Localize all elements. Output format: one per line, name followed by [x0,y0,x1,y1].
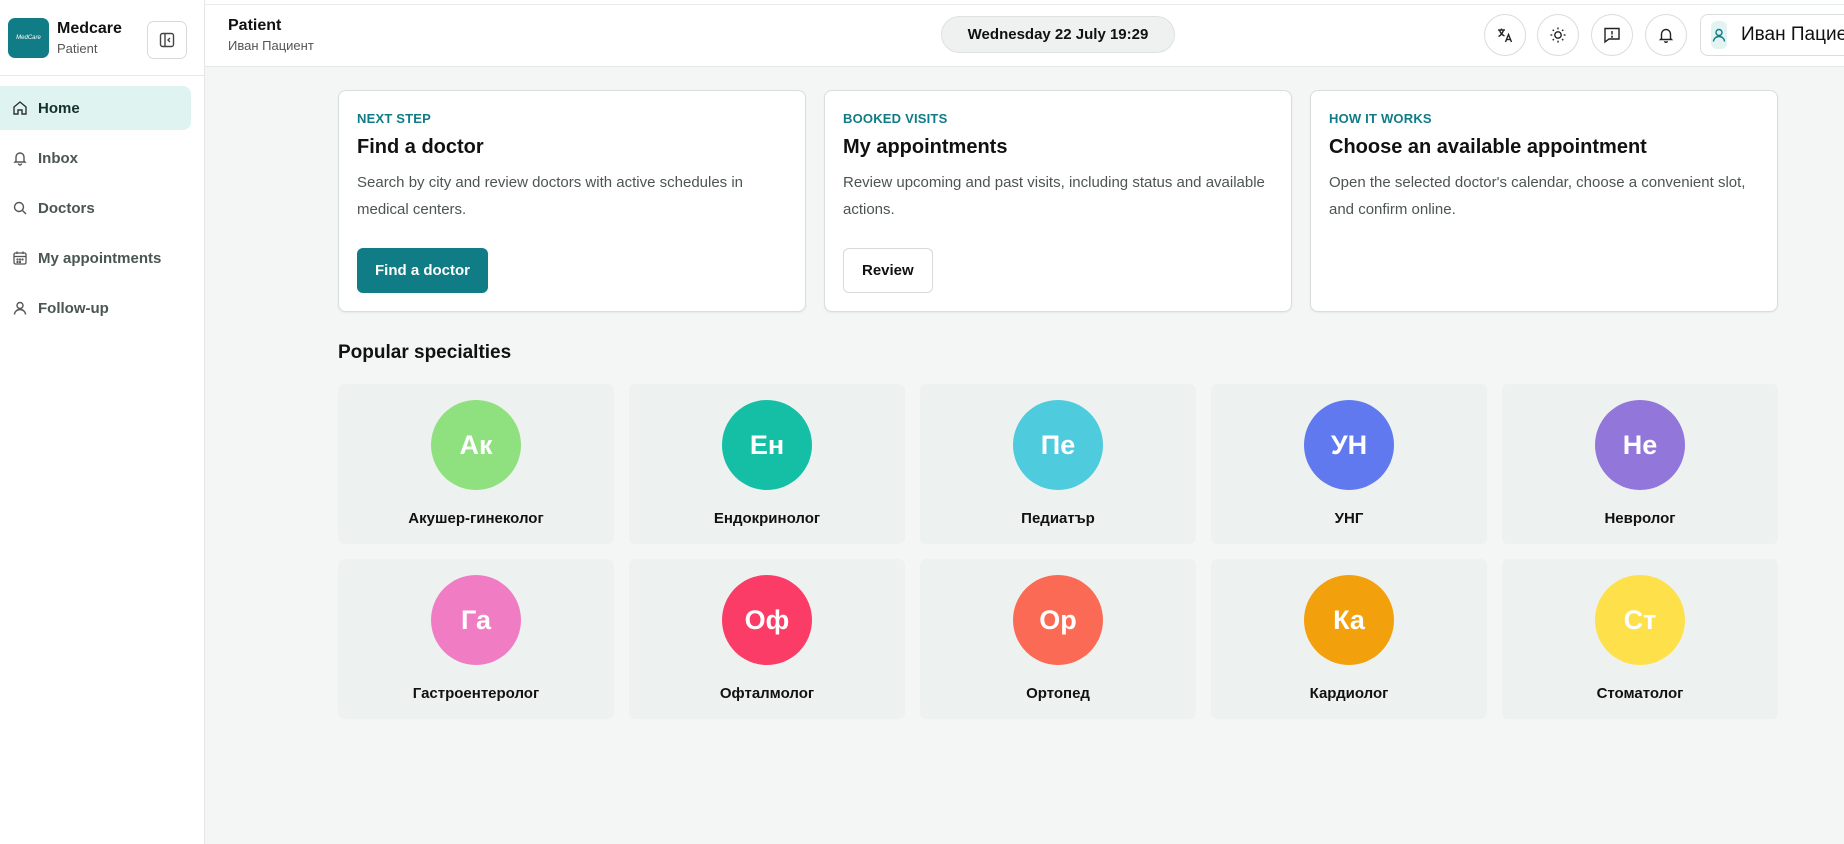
feedback-button[interactable] [1591,14,1633,56]
sidebar-item-label: Doctors [38,199,95,217]
specialty-avatar: Оф [722,575,812,665]
sidebar-item-label: Home [38,99,80,117]
sidebar-item-label: My appointments [38,249,162,267]
card-title: My appointments [843,136,1008,158]
page-title: Patient [228,17,282,34]
sidebar: MedCare Medcare Patient Home Inbox Docto… [0,0,205,844]
theme-toggle-button[interactable] [1537,14,1579,56]
calendar-icon [12,250,28,266]
language-button[interactable] [1484,14,1526,56]
specialty-avatar: Не [1595,400,1685,490]
search-icon [12,200,28,216]
specialty-avatar: Ен [722,400,812,490]
datetime-pill: Wednesday 22 July 19:29 [941,16,1175,53]
specialty-tile[interactable]: Ен Ендокринолог [629,384,905,544]
card-eyebrow: BOOKED VISITS [843,111,948,126]
specialty-avatar: Ор [1013,575,1103,665]
review-button[interactable]: Review [843,248,933,293]
card-title: Choose an available appointment [1329,136,1647,158]
specialty-avatar: Пе [1013,400,1103,490]
sidebar-collapse-icon [159,32,175,48]
specialty-tile[interactable]: Пе Педиатър [920,384,1196,544]
specialty-tile[interactable]: Ст Стоматолог [1502,559,1778,719]
specialty-avatar: УН [1304,400,1394,490]
specialty-tile[interactable]: Ор Ортопед [920,559,1196,719]
specialty-tile[interactable]: УН УНГ [1211,384,1487,544]
user-icon [12,300,28,316]
sidebar-item-home[interactable]: Home [0,86,191,130]
specialty-name: Офталмолог [719,685,815,702]
specialty-tile[interactable]: Ак Акушер-гинеколог [338,384,614,544]
sidebar-item-label: Follow-up [38,299,109,317]
specialty-tile[interactable]: Не Невролог [1502,384,1778,544]
find-doctor-button[interactable]: Find a doctor [357,248,488,293]
card-description: Open the selected doctor's calendar, cho… [1329,174,1746,218]
brand-title: Medcare [57,19,122,37]
bell-icon [1658,28,1674,43]
specialty-name: Гастроентеролог [412,685,540,702]
specialty-name: Акушер-гинеколог [408,510,544,527]
specialty-avatar: Ст [1595,575,1685,665]
brand-subtitle: Patient [57,40,98,56]
specialty-name: УНГ [1334,510,1364,527]
sidebar-item-my-appointments[interactable]: My appointments [0,236,191,280]
sidebar-item-inbox[interactable]: Inbox [0,136,191,180]
specialty-avatar: Ак [431,400,521,490]
bell-icon [12,150,28,166]
specialty-tile[interactable]: Га Гастроентеролог [338,559,614,719]
notifications-button[interactable] [1645,14,1687,56]
specialty-avatar: Ка [1304,575,1394,665]
card-my-appointments: BOOKED VISITS My appointments Review upc… [824,90,1292,312]
home-icon [12,100,28,116]
user-icon [1712,28,1726,42]
sidebar-nav: Home Inbox Doctors My appointments Follo… [0,76,204,346]
card-eyebrow: NEXT STEP [357,111,432,126]
card-title: Find a doctor [357,136,484,158]
page-subtitle: Иван Пациент [228,38,314,53]
translate-icon [1498,28,1513,43]
sidebar-item-follow-up[interactable]: Follow-up [0,286,191,330]
specialties-grid: Ак Акушер-гинеколог Ен Ендокринолог Пе Педиат… [338,384,1778,719]
specialty-name: Ортопед [1026,685,1090,702]
avatar [1711,21,1727,49]
specialty-tile[interactable]: Ка Кардиолог [1211,559,1487,719]
topbar: Patient Иван Пациент Wednesday 22 July 1… [205,5,1844,67]
section-title-specialties: Popular specialties [338,342,512,363]
specialty-name: Невролог [1604,510,1676,527]
sun-icon [1550,27,1566,43]
card-eyebrow: HOW IT WORKS [1329,111,1432,126]
card-description: Review upcoming and past visits, includi… [843,174,1265,218]
brand: MedCare Medcare Patient [0,0,204,76]
specialty-name: Ендокринолог [713,510,821,527]
specialty-name: Педиатър [1021,510,1095,527]
user-name: Иван Пациент [1741,24,1844,45]
message-alert-icon [1604,27,1620,44]
card-find-doctor: NEXT STEP Find a doctor Search by city a… [338,90,806,312]
card-description: Search by city and review doctors with a… [357,174,744,218]
specialty-name: Стоматолог [1596,685,1684,702]
sidebar-item-doctors[interactable]: Doctors [0,186,191,230]
user-menu-button[interactable]: Иван Пациент [1700,14,1844,56]
collapse-sidebar-button[interactable] [147,21,187,59]
card-how-it-works: HOW IT WORKS Choose an available appoint… [1310,90,1778,312]
sidebar-item-label: Inbox [38,149,78,167]
specialty-name: Кардиолог [1309,685,1389,702]
page-context: Patient Иван Пациент [228,17,314,53]
specialty-avatar: Га [431,575,521,665]
brand-logo: MedCare [8,17,49,58]
specialty-tile[interactable]: Оф Офталмолог [629,559,905,719]
